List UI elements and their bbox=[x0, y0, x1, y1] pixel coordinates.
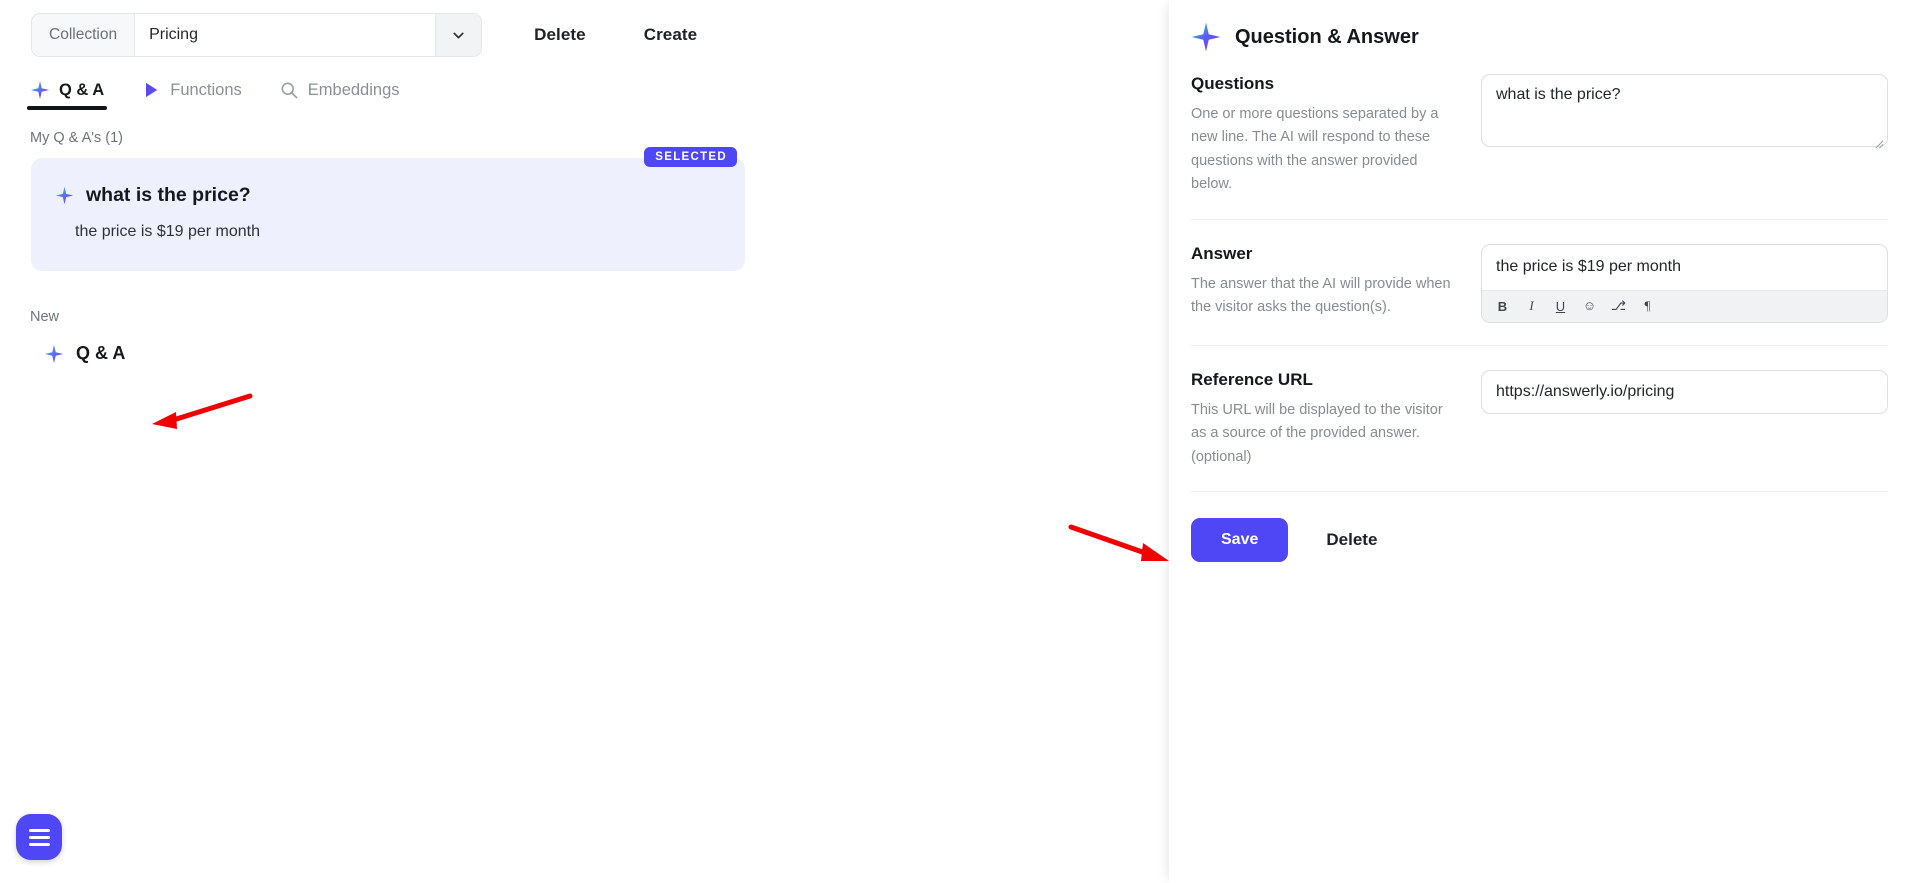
answer-title: Answer bbox=[1191, 243, 1253, 263]
qa-card-question-row: what is the price? bbox=[55, 184, 721, 207]
sparkle-icon bbox=[1191, 22, 1221, 52]
reference-url-description: This URL will be displayed to the visito… bbox=[1191, 401, 1443, 465]
hamburger-bar bbox=[28, 835, 50, 839]
search-icon bbox=[281, 82, 298, 99]
list-section-label: My Q & A's (1) bbox=[30, 130, 124, 146]
questions-description: One or more questions separated by a new… bbox=[1191, 106, 1439, 193]
questions-label-block: Questions One or more questions separate… bbox=[1191, 74, 1481, 197]
questions-title: Questions bbox=[1191, 74, 1275, 93]
tab-embeddings-label: Embeddings bbox=[307, 80, 400, 99]
sparkle-icon bbox=[44, 344, 64, 363]
questions-section: Questions One or more questions separate… bbox=[1191, 52, 1888, 220]
hamburger-bar bbox=[28, 842, 50, 846]
sparkle-icon bbox=[30, 80, 50, 100]
hamburger-menu-icon[interactable] bbox=[16, 814, 62, 860]
link-icon[interactable]: ⎇ bbox=[1607, 296, 1630, 317]
chevron-down-icon[interactable] bbox=[435, 14, 482, 56]
panel-actions: Save Delete bbox=[1169, 492, 1888, 563]
new-qa-label: Q & A bbox=[76, 343, 126, 363]
qa-card-question: what is the price? bbox=[86, 184, 251, 206]
italic-icon[interactable]: I bbox=[1520, 296, 1543, 317]
reference-url-input-block bbox=[1481, 369, 1888, 469]
emoji-icon[interactable]: ☺ bbox=[1578, 296, 1601, 317]
qa-card[interactable]: SELECTED what is the price? the price is… bbox=[31, 147, 745, 271]
tab-bar: Q & A Functions Embeddings bbox=[0, 72, 1169, 110]
status-badge: SELECTED bbox=[644, 147, 737, 167]
tab-qa[interactable]: Q & A bbox=[27, 80, 108, 110]
new-section-label: New bbox=[30, 309, 60, 325]
toolbar: Collection Pricing Delete Create bbox=[0, 0, 1169, 57]
questions-input-block bbox=[1481, 74, 1888, 197]
left-panel: Collection Pricing Delete Create Q & A F… bbox=[0, 0, 1169, 883]
panel-title-row: Question & Answer bbox=[1169, 0, 1888, 52]
save-button[interactable]: Save bbox=[1191, 518, 1289, 563]
sparkle-icon bbox=[55, 186, 74, 205]
answer-rich-text-editor[interactable]: the price is $19 per month B I U ☺ ⎇ ¶ bbox=[1481, 243, 1888, 323]
bold-icon[interactable]: B bbox=[1491, 296, 1514, 317]
answer-input-block: the price is $19 per month B I U ☺ ⎇ ¶ bbox=[1481, 243, 1888, 323]
collection-label: Collection bbox=[32, 14, 136, 56]
questions-textarea-wrap bbox=[1481, 74, 1888, 152]
delete-button[interactable]: Delete bbox=[1326, 530, 1377, 550]
tab-functions-label: Functions bbox=[170, 80, 242, 99]
detail-panel: Question & Answer Questions One or more … bbox=[1169, 0, 1919, 883]
answer-editor-toolbar: B I U ☺ ⎇ ¶ bbox=[1482, 289, 1887, 322]
reference-url-label-block: Reference URL This URL will be displayed… bbox=[1191, 370, 1481, 469]
paragraph-icon[interactable]: ¶ bbox=[1636, 296, 1659, 317]
questions-textarea[interactable] bbox=[1481, 74, 1888, 147]
play-triangle-icon bbox=[146, 82, 158, 98]
answer-description: The answer that the AI will provide when… bbox=[1191, 275, 1451, 316]
new-qa-button[interactable]: Q & A bbox=[44, 343, 125, 364]
tab-qa-label: Q & A bbox=[59, 80, 105, 99]
panel-form: Questions One or more questions separate… bbox=[1169, 52, 1888, 493]
answer-editor-content[interactable]: the price is $19 per month bbox=[1482, 245, 1887, 290]
reference-url-section: Reference URL This URL will be displayed… bbox=[1191, 346, 1888, 493]
underline-icon[interactable]: U bbox=[1549, 296, 1572, 317]
tab-functions[interactable]: Functions bbox=[138, 80, 245, 110]
hamburger-bar bbox=[28, 828, 50, 832]
qa-card-answer: the price is $19 per month bbox=[75, 223, 260, 240]
collection-value[interactable]: Pricing bbox=[135, 14, 436, 56]
answer-section: Answer The answer that the AI will provi… bbox=[1191, 220, 1888, 346]
app-root: Collection Pricing Delete Create Q & A F… bbox=[0, 0, 1919, 883]
collection-selector[interactable]: Collection Pricing bbox=[31, 13, 483, 57]
tab-embeddings[interactable]: Embeddings bbox=[276, 80, 403, 110]
delete-collection-button[interactable]: Delete bbox=[528, 25, 592, 45]
create-collection-button[interactable]: Create bbox=[638, 25, 704, 45]
reference-url-title: Reference URL bbox=[1191, 369, 1313, 389]
page-title: Question & Answer bbox=[1235, 25, 1419, 48]
answer-label-block: Answer The answer that the AI will provi… bbox=[1191, 244, 1481, 323]
reference-url-input[interactable] bbox=[1481, 369, 1888, 414]
